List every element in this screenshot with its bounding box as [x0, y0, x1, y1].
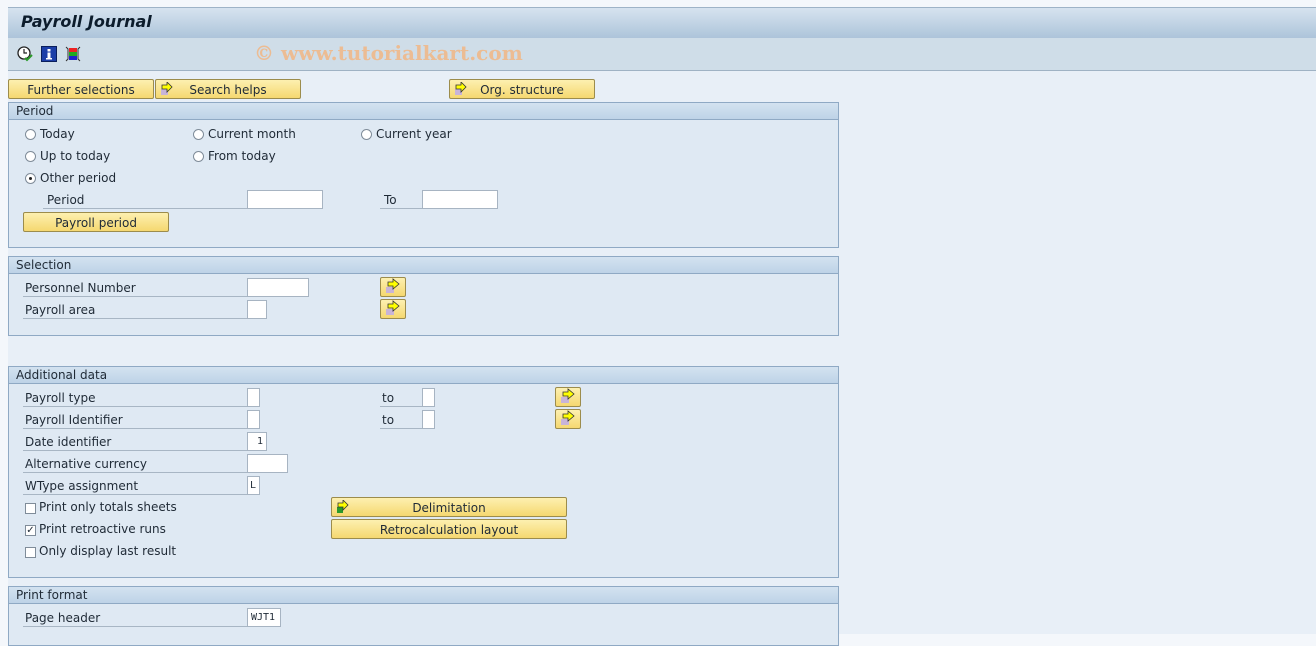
- payroll-period-label: Payroll period: [55, 216, 137, 230]
- watermark: © www.tutorialkart.com: [254, 41, 523, 65]
- delimitation-button[interactable]: Delimitation: [331, 497, 567, 517]
- alternative-currency-label: Alternative currency: [23, 456, 247, 473]
- print-only-totals-checkbox[interactable]: [25, 503, 36, 514]
- radio-current-month-label: Current month: [208, 127, 296, 141]
- print-format-group-title: Print format: [9, 587, 838, 604]
- period-group-title: Period: [9, 103, 838, 120]
- selection-group: Selection Personnel Number Payroll area: [8, 256, 839, 336]
- period-to-label: To: [380, 192, 422, 209]
- radio-up-to-today-label: Up to today: [40, 149, 111, 163]
- alternative-currency-input[interactable]: [247, 454, 288, 473]
- radio-current-year-label: Current year: [376, 127, 452, 141]
- payroll-type-multiple-selection-button[interactable]: [555, 387, 581, 407]
- payroll-identifier-label: Payroll Identifier: [23, 412, 247, 429]
- period-from-input[interactable]: [247, 190, 323, 209]
- radio-up-to-today[interactable]: [25, 151, 36, 162]
- search-helps-button[interactable]: Search helps: [155, 79, 301, 99]
- additional-data-group-title: Additional data: [9, 367, 838, 384]
- page-title: Payroll Journal: [21, 12, 152, 31]
- application-toolbar: © www.tutorialkart.com: [8, 38, 1316, 71]
- only-display-last-result-label: Only display last result: [39, 544, 177, 558]
- arrow-right-icon: [561, 388, 575, 403]
- delimitation-arrow-icon: [336, 499, 350, 520]
- period-group: Period Today Current month Current year …: [8, 102, 839, 248]
- date-identifier-label: Date identifier: [23, 434, 247, 451]
- payroll-type-label: Payroll type: [23, 390, 247, 407]
- payroll-area-input[interactable]: [247, 300, 267, 319]
- payroll-identifier-to-input[interactable]: [422, 410, 435, 429]
- wtype-assignment-input[interactable]: L: [247, 476, 260, 495]
- personnel-number-input[interactable]: [247, 278, 309, 297]
- delimitation-label: Delimitation: [412, 501, 486, 515]
- personnel-number-label: Personnel Number: [23, 280, 247, 297]
- additional-data-group: Additional data Payroll type to Payroll …: [8, 366, 839, 578]
- arrow-right-icon: [386, 278, 400, 293]
- org-structure-label: Org. structure: [480, 83, 564, 97]
- further-selections-label: Further selections: [27, 83, 135, 97]
- retrocalculation-layout-label: Retrocalculation layout: [379, 523, 519, 537]
- payroll-area-multiple-selection-button[interactable]: [380, 299, 406, 319]
- execute-clock-icon[interactable]: [17, 46, 33, 62]
- radio-today[interactable]: [25, 129, 36, 140]
- radio-from-today[interactable]: [193, 151, 204, 162]
- radio-current-year[interactable]: [361, 129, 372, 140]
- radio-from-today-label: From today: [208, 149, 276, 163]
- selection-screen: Further selections Search helps Org. str…: [8, 71, 1316, 646]
- print-format-group: Print format Page header WJT1: [8, 586, 839, 646]
- payroll-type-from-input[interactable]: [247, 388, 260, 407]
- arrow-right-icon: [454, 81, 468, 102]
- page-header-label: Page header: [23, 610, 247, 627]
- only-display-last-result-checkbox[interactable]: [25, 547, 36, 558]
- payroll-type-to-label: to: [380, 390, 422, 407]
- selection-group-title: Selection: [9, 257, 838, 274]
- payroll-identifier-multiple-selection-button[interactable]: [555, 409, 581, 429]
- info-icon[interactable]: [41, 46, 57, 62]
- org-structure-button[interactable]: Org. structure: [449, 79, 595, 99]
- arrow-right-icon: [386, 300, 400, 315]
- radio-other-period-label: Other period: [40, 171, 117, 185]
- period-to-input[interactable]: [422, 190, 498, 209]
- search-helps-label: Search helps: [189, 83, 267, 97]
- print-retroactive-runs-checkbox[interactable]: ✓: [25, 525, 36, 536]
- payroll-type-to-input[interactable]: [422, 388, 435, 407]
- page-header-input[interactable]: WJT1: [247, 608, 281, 627]
- payroll-identifier-to-label: to: [380, 412, 422, 429]
- personnel-number-multiple-selection-button[interactable]: [380, 277, 406, 297]
- radio-other-period[interactable]: [25, 173, 36, 184]
- radio-current-month[interactable]: [193, 129, 204, 140]
- payroll-identifier-from-input[interactable]: [247, 410, 260, 429]
- print-retroactive-runs-label: Print retroactive runs: [39, 522, 166, 536]
- payroll-area-label: Payroll area: [23, 302, 247, 319]
- radio-today-label: Today: [40, 127, 75, 141]
- period-label: Period: [43, 192, 247, 209]
- arrow-right-icon: [160, 81, 174, 102]
- arrow-right-icon: [561, 410, 575, 425]
- print-only-totals-label: Print only totals sheets: [39, 500, 177, 514]
- payroll-period-button[interactable]: Payroll period: [23, 212, 169, 232]
- further-selections-button[interactable]: Further selections: [8, 79, 154, 99]
- retrocalculation-layout-button[interactable]: Retrocalculation layout: [331, 519, 567, 539]
- layout-icon[interactable]: [65, 46, 81, 62]
- wtype-assignment-label: WType assignment: [23, 478, 247, 495]
- date-identifier-input[interactable]: 1: [247, 432, 267, 451]
- title-bar: Payroll Journal: [8, 7, 1316, 38]
